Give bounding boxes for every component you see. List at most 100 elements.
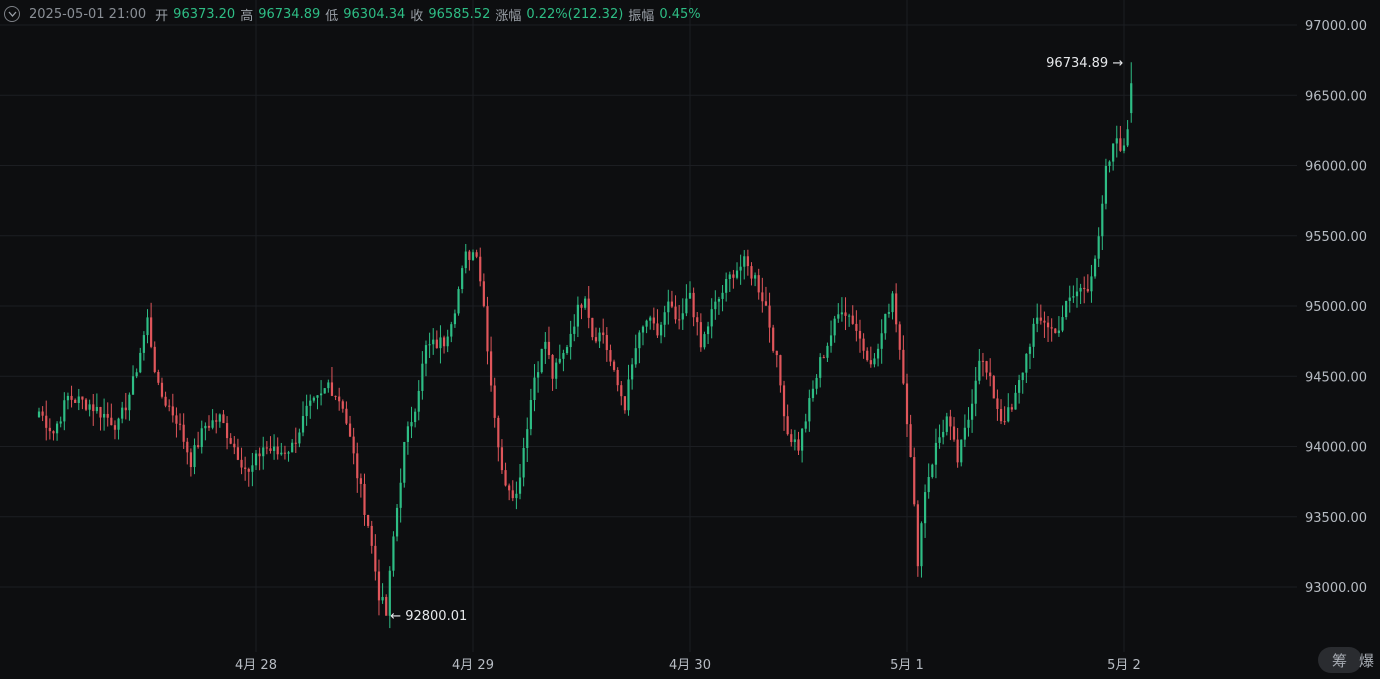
candle-body: [555, 362, 558, 379]
candle-body: [37, 411, 41, 418]
candle-body: [891, 293, 894, 313]
candle-body: [225, 423, 229, 439]
candle-body: [565, 347, 569, 354]
candle-body: [978, 360, 981, 381]
candle-body: [446, 336, 449, 347]
candle-body: [757, 275, 760, 293]
candle-body: [439, 337, 442, 349]
candle-body: [786, 416, 789, 435]
candle-body: [385, 596, 388, 616]
collapse-toggle-button[interactable]: [4, 6, 20, 22]
candle-body: [746, 256, 749, 267]
candle-body: [301, 416, 305, 433]
candle-body: [175, 415, 178, 424]
candle-body: [522, 447, 525, 478]
candle-body: [887, 312, 891, 314]
candle-body: [479, 256, 482, 282]
candle-body: [1119, 138, 1122, 151]
candle-body: [833, 318, 836, 336]
candle-body: [81, 396, 84, 400]
low-label: 低: [325, 8, 339, 24]
candle-body: [942, 431, 945, 438]
candle-body: [855, 323, 858, 331]
y-tick-label: 93000.00: [1305, 581, 1367, 596]
candle-body: [160, 382, 164, 397]
candle-body: [272, 446, 276, 451]
candle-body: [822, 357, 825, 359]
candle-body: [848, 315, 851, 317]
candle-body: [743, 256, 746, 267]
candle-body: [511, 490, 514, 499]
candle-body: [453, 313, 457, 325]
candle-body: [320, 393, 323, 396]
candle-body: [526, 429, 529, 448]
candle-body: [168, 405, 171, 407]
candle-body: [587, 298, 590, 318]
candle-body: [193, 445, 196, 468]
candle-body: [518, 477, 522, 494]
candle-body: [110, 417, 113, 426]
candle-body: [84, 399, 88, 410]
candle-body: [265, 447, 268, 449]
change-label: 涨幅: [495, 8, 522, 24]
open-label: 开: [155, 8, 169, 24]
candle-body: [920, 523, 923, 567]
annotations: 96734.89 → ← 92800.01: [390, 56, 1123, 624]
candle-body: [178, 423, 182, 425]
candle-body: [1083, 287, 1086, 290]
candle-body: [341, 401, 344, 409]
candle-body: [797, 439, 800, 451]
candle-body: [779, 355, 782, 386]
candle-body: [793, 439, 796, 443]
candle-body: [627, 379, 630, 411]
amplitude-value: 0.45%: [659, 6, 701, 22]
candle-body: [497, 417, 500, 448]
candle-body: [392, 536, 395, 571]
candle-body: [819, 357, 822, 378]
candle-body: [482, 281, 485, 307]
candle-body: [363, 483, 366, 516]
candle-body: [598, 332, 601, 342]
liquidation-button[interactable]: 爆: [1359, 650, 1374, 671]
candle-body: [931, 464, 934, 477]
candle-body: [594, 337, 598, 342]
candle-body: [468, 251, 471, 260]
candle-body: [45, 415, 48, 428]
candle-body: [1126, 129, 1129, 146]
candle-body: [866, 350, 869, 361]
candle-body: [1086, 289, 1089, 292]
candle-body: [103, 413, 106, 418]
candle-body: [207, 425, 211, 428]
candle-body: [989, 372, 992, 377]
candle-body: [280, 452, 283, 455]
candle-body: [153, 346, 156, 372]
candle-body: [811, 388, 815, 399]
candle-body: [754, 275, 757, 279]
candlestick-chart[interactable]: 93000.00 93500.00 94000.00 94500.00 95000.00…: [0, 0, 1380, 679]
y-tick-label: 95000.00: [1305, 300, 1367, 315]
corner-badge[interactable]: 筹 爆: [1317, 647, 1380, 673]
candle-body: [291, 442, 294, 453]
chips-button[interactable]: 筹: [1332, 650, 1347, 671]
candle-body: [1075, 291, 1079, 297]
candle-body: [547, 341, 551, 355]
max-price-label: 96734.89 →: [1046, 56, 1123, 71]
candle-body: [131, 376, 135, 395]
candle-body: [688, 292, 692, 299]
candle-body: [909, 424, 912, 458]
candle-body: [475, 252, 478, 257]
candle-body: [826, 345, 829, 358]
candle-body: [612, 361, 616, 370]
candle-body: [569, 333, 572, 348]
candle-body: [952, 426, 956, 440]
candle-body: [1101, 203, 1104, 237]
candle-body: [967, 419, 970, 428]
candle-body: [128, 394, 131, 411]
candle-body: [609, 350, 612, 362]
y-tick-label: 94500.00: [1305, 370, 1367, 385]
candle-body: [356, 453, 359, 479]
candle-body: [916, 504, 919, 567]
candle-body: [869, 360, 872, 365]
candle-body: [254, 453, 258, 466]
candle-body: [41, 411, 44, 416]
